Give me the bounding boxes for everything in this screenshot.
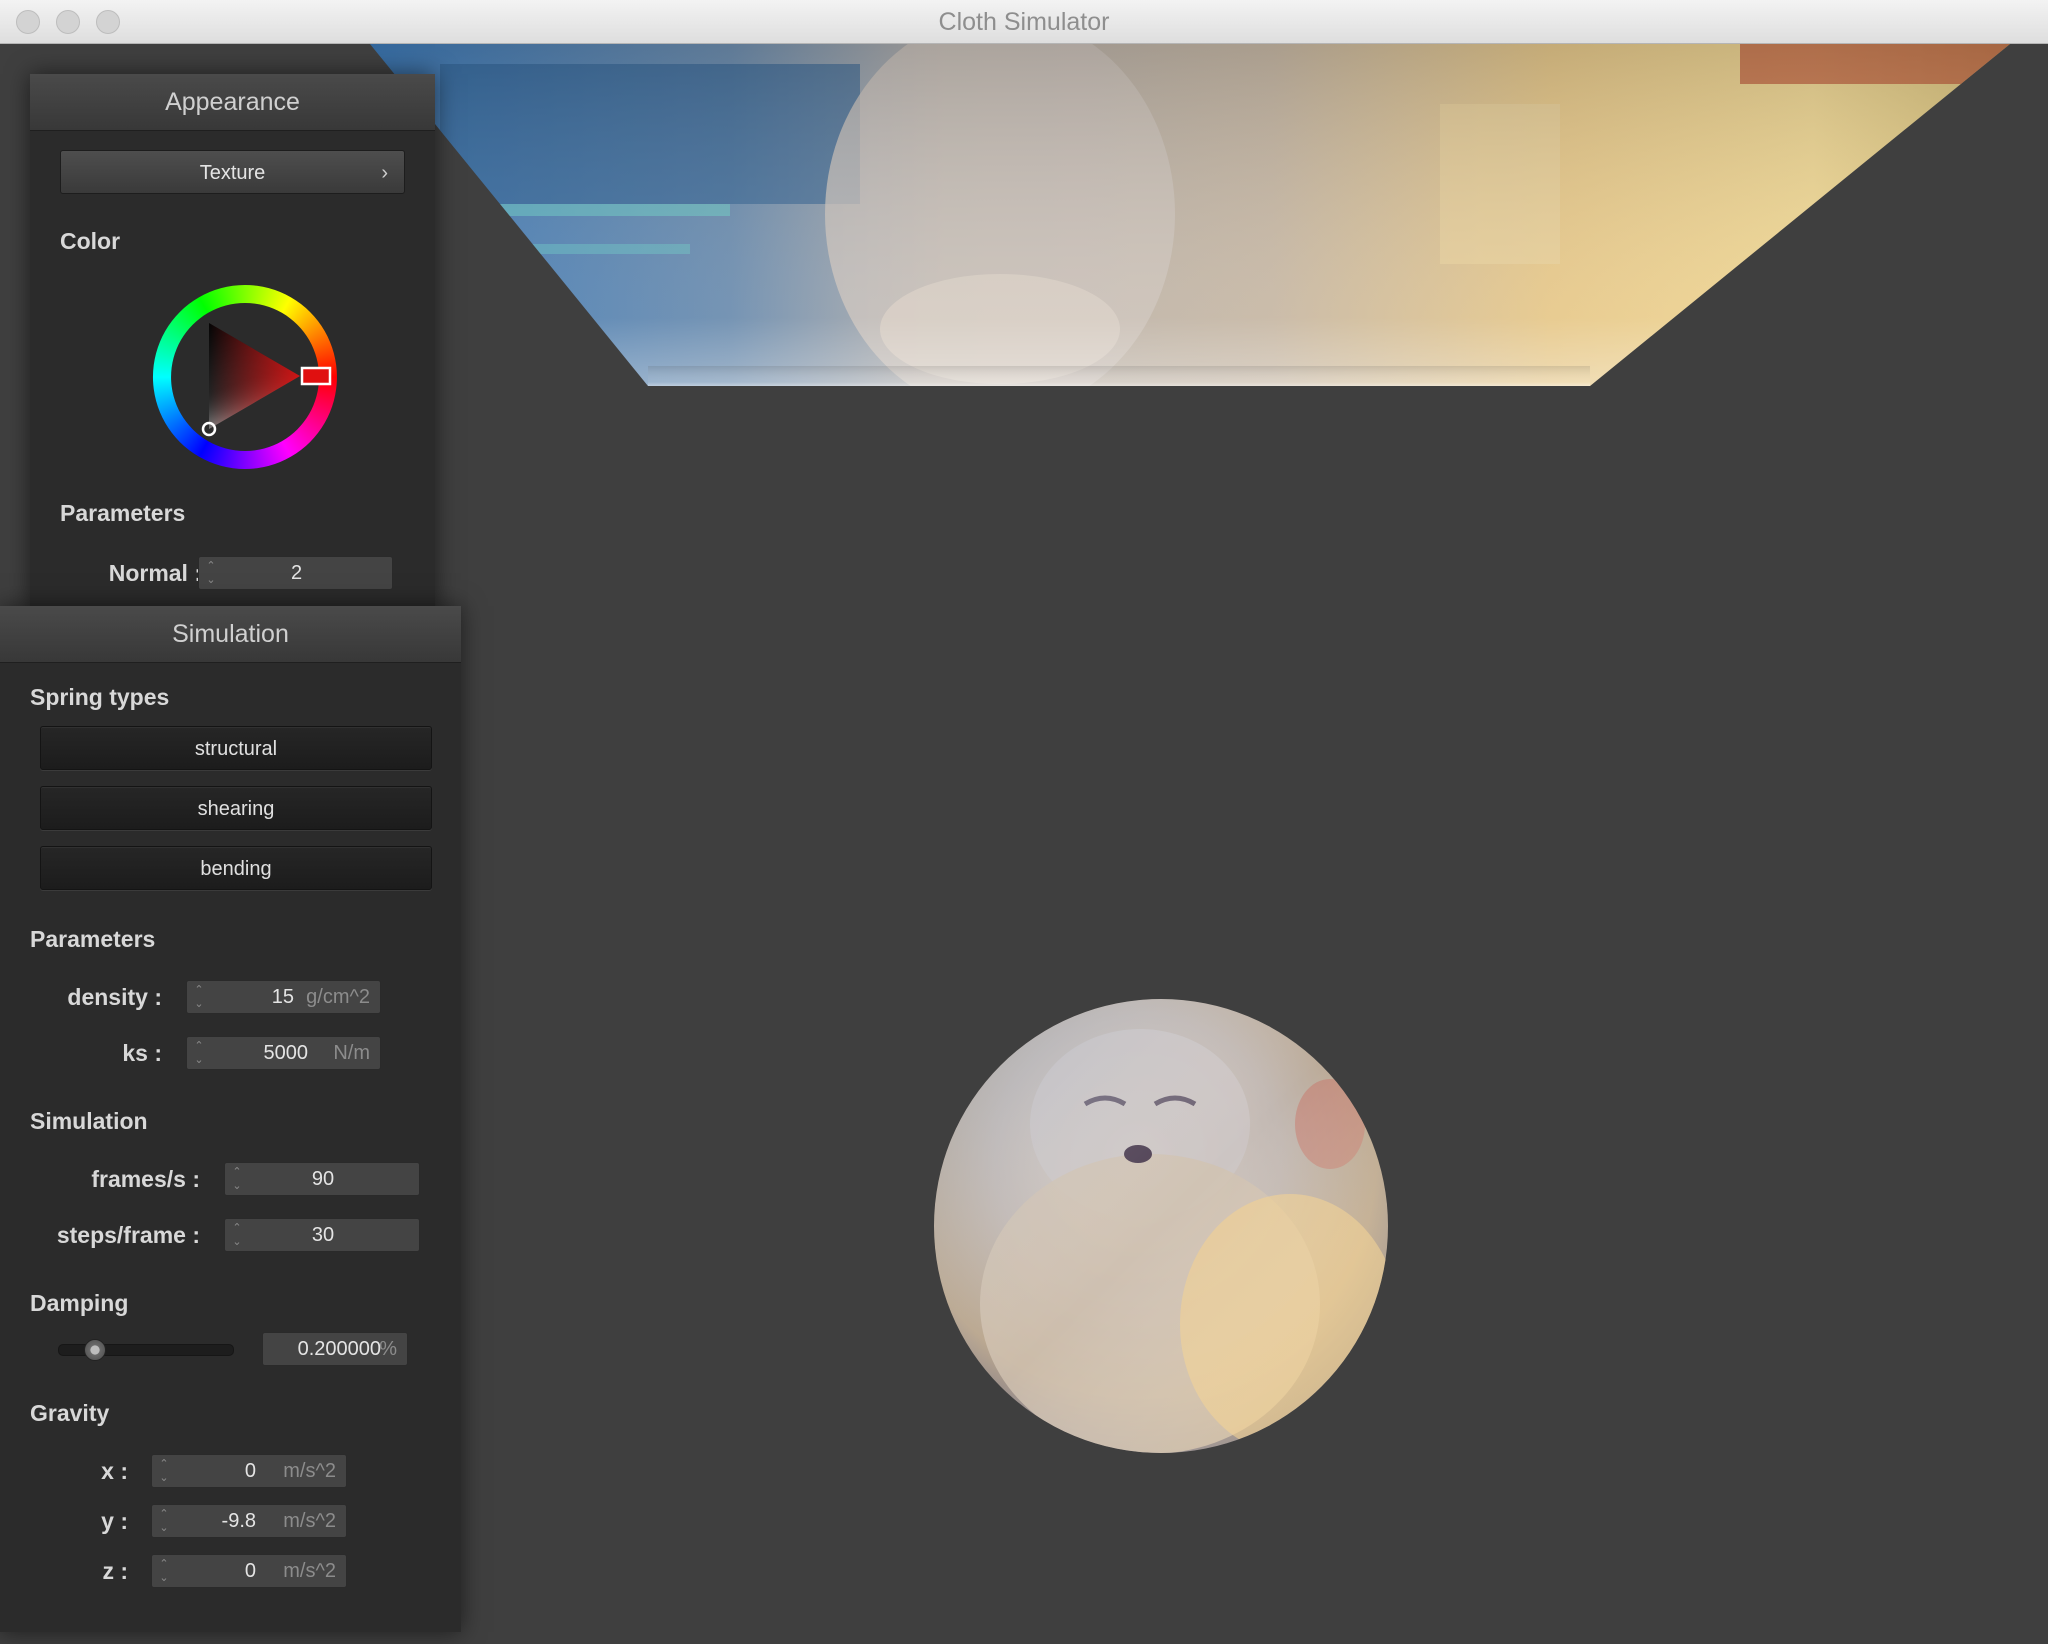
appearance-parameters-label: Parameters xyxy=(60,500,186,526)
gravity-label: Gravity xyxy=(30,1400,110,1426)
damping-slider-handle[interactable] xyxy=(83,1339,106,1361)
damping-label: Damping xyxy=(30,1290,129,1316)
simulation-panel: Simulation Spring types structural shear… xyxy=(0,606,461,1632)
damping-field[interactable]: 0.200000 % xyxy=(262,1332,408,1366)
simulation-settings-label: Simulation xyxy=(30,1108,148,1134)
texture-button-label: Texture xyxy=(199,162,266,184)
fps-value: 90 xyxy=(311,1168,335,1190)
cloth-mesh xyxy=(370,44,2010,386)
steps-label: steps/frame : xyxy=(56,1222,200,1248)
simulation-header[interactable]: Simulation xyxy=(0,606,461,663)
spinner-arrows-icon[interactable]: ⌃ ⌄ xyxy=(193,1039,205,1067)
simulation-parameters-label: Parameters xyxy=(30,926,156,952)
gravity-x-spinbox[interactable]: ⌃ ⌄ 0 m/s^2 xyxy=(151,1454,347,1488)
damping-slider[interactable] xyxy=(58,1339,234,1361)
bending-spring-toggle[interactable]: bending xyxy=(40,846,432,890)
gravity-x-label: x : xyxy=(101,1458,128,1484)
damping-unit: % xyxy=(379,1338,397,1360)
spinner-arrows-icon[interactable]: ⌃ ⌄ xyxy=(158,1457,170,1485)
texture-button[interactable]: Texture › xyxy=(60,150,405,194)
damping-value: 0.200000 xyxy=(297,1338,381,1360)
spring-types-label: Spring types xyxy=(30,684,170,710)
title-bar: Cloth Simulator xyxy=(0,0,2048,44)
collision-sphere xyxy=(934,999,1388,1453)
gravity-x-value: 0 xyxy=(244,1460,256,1482)
spinner-arrows-icon[interactable]: ⌃ ⌄ xyxy=(193,983,205,1011)
gravity-y-spinbox[interactable]: ⌃ ⌄ -9.8 m/s^2 xyxy=(151,1504,347,1538)
shearing-spring-toggle[interactable]: shearing xyxy=(40,786,432,830)
appearance-panel: Appearance Texture › Color Parameters No… xyxy=(30,74,435,614)
ks-spinbox[interactable]: ⌃ ⌄ 5000 N/m xyxy=(186,1036,381,1070)
gravity-z-spinbox[interactable]: ⌃ ⌄ 0 m/s^2 xyxy=(151,1554,347,1588)
steps-spinbox[interactable]: ⌃ ⌄ 30 xyxy=(224,1218,420,1252)
fps-label: frames/s : xyxy=(91,1166,200,1192)
window-title: Cloth Simulator xyxy=(938,8,1110,36)
steps-value: 30 xyxy=(311,1224,335,1246)
gravity-y-value: -9.8 xyxy=(221,1510,256,1532)
chevron-right-icon: › xyxy=(381,162,388,184)
gravity-z-label: z : xyxy=(102,1558,128,1584)
normal-value: 2 xyxy=(290,562,303,584)
density-label: density : xyxy=(67,984,162,1010)
density-unit: g/cm^2 xyxy=(306,986,370,1008)
appearance-header[interactable]: Appearance xyxy=(30,74,435,131)
ks-value: 5000 xyxy=(263,1042,309,1064)
hue-selector-handle[interactable] xyxy=(300,366,332,386)
gravity-y-label: y : xyxy=(101,1508,128,1534)
spinner-arrows-icon[interactable]: ⌃ ⌄ xyxy=(158,1507,170,1535)
spinner-arrows-icon[interactable]: ⌃ ⌄ xyxy=(158,1557,170,1585)
color-label: Color xyxy=(60,228,121,254)
density-value: 15 xyxy=(271,986,294,1008)
color-wheel[interactable] xyxy=(145,277,345,477)
fps-spinbox[interactable]: ⌃ ⌄ 90 xyxy=(224,1162,420,1196)
density-spinbox[interactable]: ⌃ ⌄ 15 g/cm^2 xyxy=(186,980,381,1014)
gravity-z-unit: m/s^2 xyxy=(283,1560,336,1582)
gravity-x-unit: m/s^2 xyxy=(283,1460,336,1482)
normal-spinbox[interactable]: ⌃ ⌄ 2 xyxy=(198,556,393,590)
structural-spring-toggle[interactable]: structural xyxy=(40,726,432,770)
gravity-z-value: 0 xyxy=(244,1560,256,1582)
gravity-y-unit: m/s^2 xyxy=(283,1510,336,1532)
normal-label: Normal : xyxy=(108,560,202,586)
ks-label: ks : xyxy=(122,1040,162,1066)
ks-unit: N/m xyxy=(333,1042,370,1064)
